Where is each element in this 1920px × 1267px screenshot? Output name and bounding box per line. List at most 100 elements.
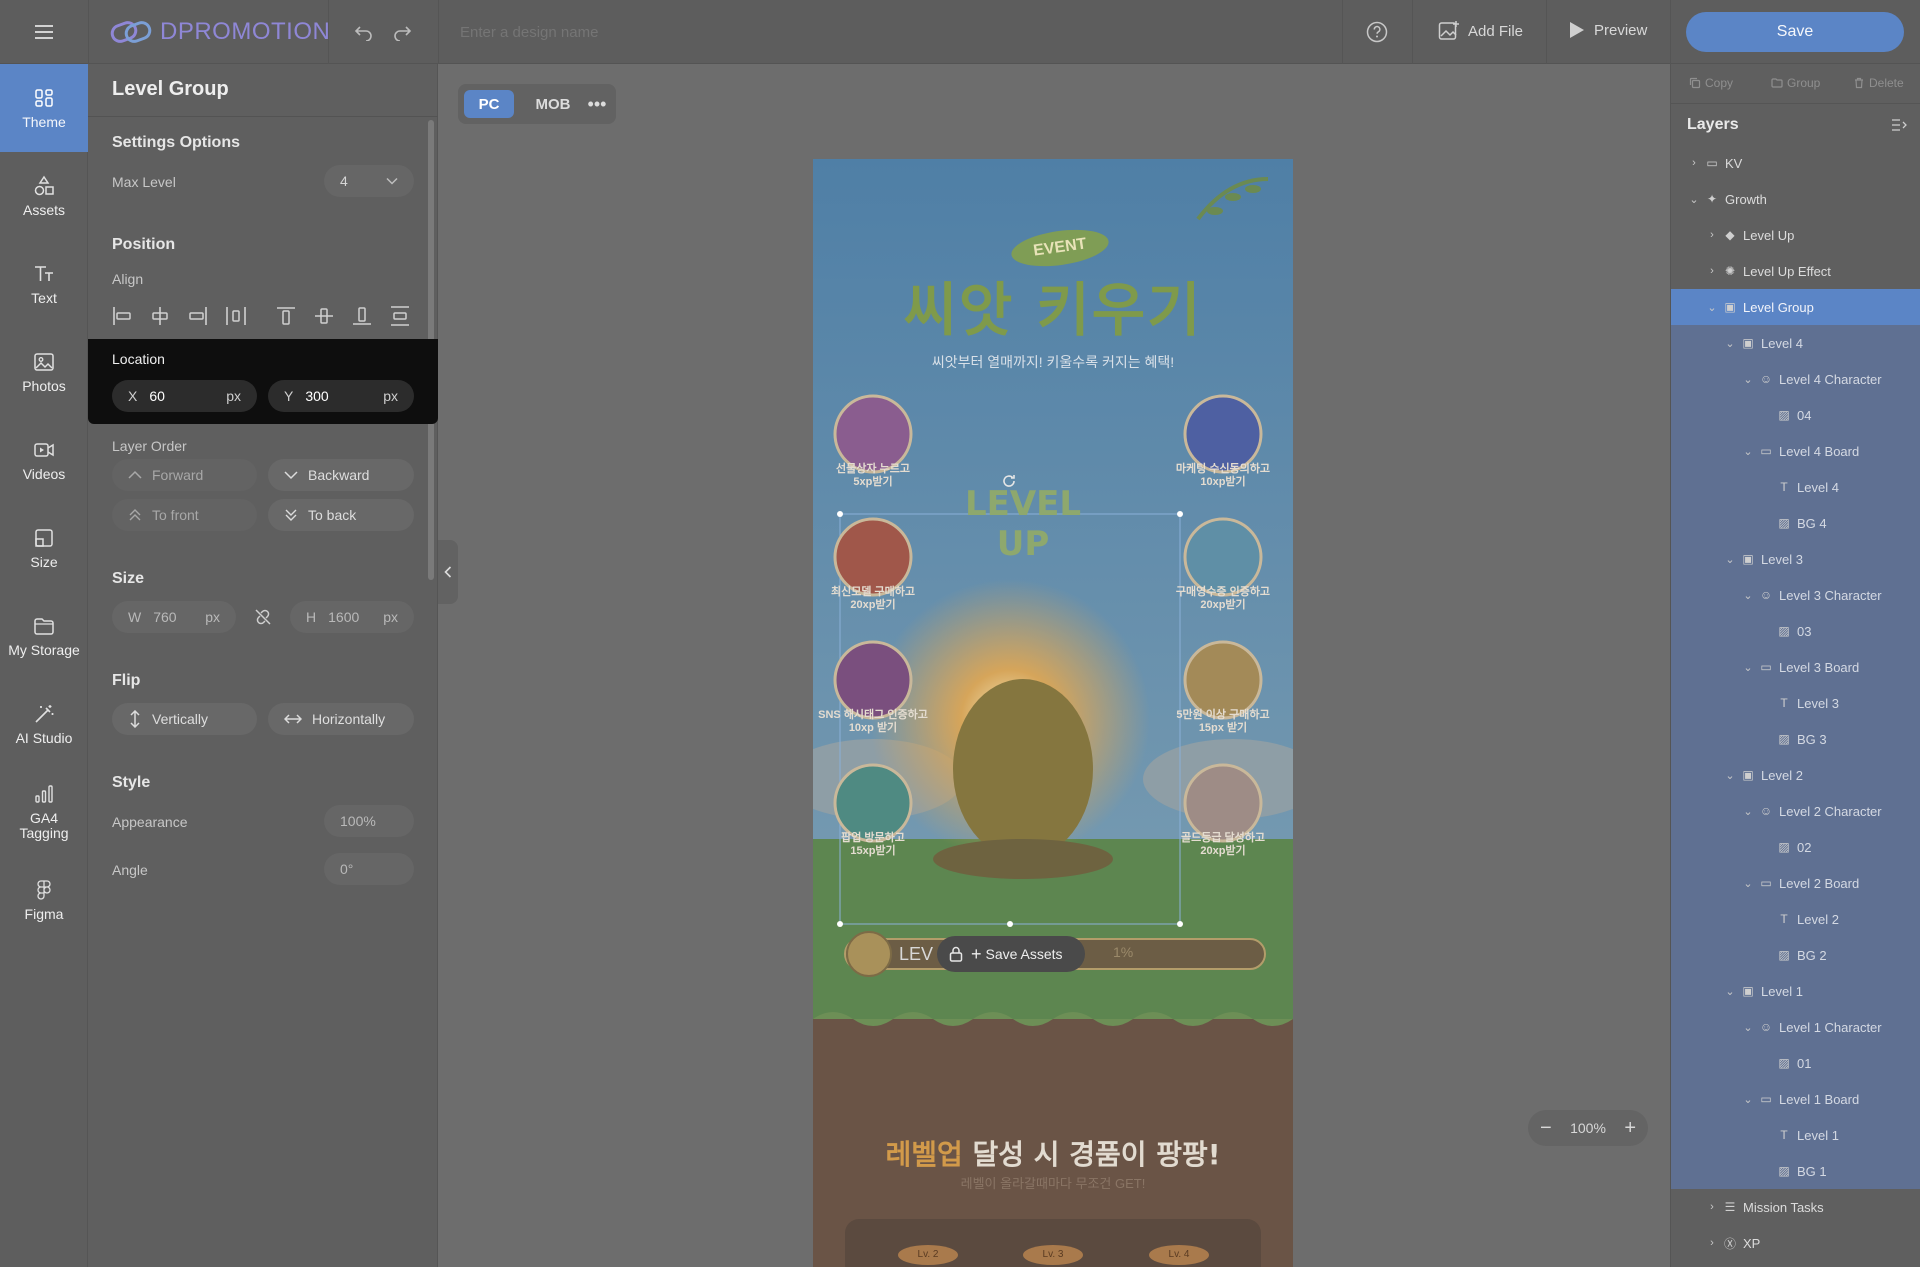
- layer-item[interactable]: ⌄ ▭ Level 3 Board: [1671, 649, 1920, 685]
- redo-icon[interactable]: [388, 20, 416, 44]
- rail-item-theme[interactable]: Theme: [0, 64, 88, 152]
- brand-logo[interactable]: DPROMOTION: [110, 18, 330, 46]
- layer-item[interactable]: ⌄ ▣ Level 3: [1671, 541, 1920, 577]
- collapse-all-icon[interactable]: [1891, 118, 1909, 136]
- undo-icon[interactable]: [350, 20, 378, 44]
- layer-item[interactable]: ⌄ ✦ Growth: [1671, 181, 1920, 217]
- layer-item[interactable]: › ☰ Mission Tasks: [1671, 1189, 1920, 1225]
- flip-vertically-button[interactable]: Vertically: [112, 703, 257, 735]
- layer-item[interactable]: › ✺ Level Up Effect: [1671, 253, 1920, 289]
- align-right-icon[interactable]: [186, 304, 210, 328]
- collapse-panel-button[interactable]: [438, 540, 458, 604]
- chevron-down-icon[interactable]: ⌄: [1703, 301, 1721, 314]
- rail-item-ga4-tagging[interactable]: GA4 Tagging: [0, 768, 88, 856]
- unlink-ratio-icon[interactable]: [248, 605, 278, 629]
- layer-item[interactable]: ⌄ ☺ Level 2 Character: [1671, 793, 1920, 829]
- layer-item[interactable]: › Ⓧ XP: [1671, 1225, 1920, 1261]
- layer-item[interactable]: ▨ BG 1: [1671, 1153, 1920, 1189]
- layer-item[interactable]: ⌄ ▭ Level 1 Board: [1671, 1081, 1920, 1117]
- rail-item-text[interactable]: Text: [0, 240, 88, 328]
- layer-item[interactable]: ⌄ ▣ Level 1: [1671, 973, 1920, 1009]
- preview-button[interactable]: Preview: [1568, 20, 1647, 40]
- chevron-down-icon[interactable]: ⌄: [1721, 985, 1739, 998]
- layer-item[interactable]: ▨ 04: [1671, 397, 1920, 433]
- chevron-down-icon[interactable]: ⌄: [1739, 445, 1757, 458]
- group-button[interactable]: Group: [1771, 76, 1820, 90]
- chevron-right-icon[interactable]: ›: [1685, 157, 1703, 169]
- x-field[interactable]: X 60 px: [112, 380, 257, 412]
- layer-item[interactable]: › ▭ KV: [1671, 145, 1920, 181]
- layer-item[interactable]: ⌄ ▭ Level 2 Board: [1671, 865, 1920, 901]
- distribute-vertical-icon[interactable]: [388, 304, 412, 328]
- rail-item-my-storage[interactable]: My Storage: [0, 592, 88, 680]
- chevron-right-icon[interactable]: ›: [1703, 1201, 1721, 1213]
- tab-mob[interactable]: MOB: [528, 90, 578, 118]
- more-options-icon[interactable]: •••: [584, 90, 610, 118]
- hamburger-menu-icon[interactable]: [22, 18, 66, 46]
- align-left-icon[interactable]: [110, 304, 134, 328]
- rail-item-size[interactable]: Size: [0, 504, 88, 592]
- layer-item[interactable]: T Level 2: [1671, 901, 1920, 937]
- layer-item[interactable]: T Level 3: [1671, 685, 1920, 721]
- forward-button[interactable]: Forward: [112, 459, 257, 491]
- delete-button[interactable]: Delete: [1853, 76, 1904, 90]
- align-bottom-icon[interactable]: [350, 304, 374, 328]
- rail-item-photos[interactable]: Photos: [0, 328, 88, 416]
- layer-item[interactable]: ⌄ ▣ Level 2: [1671, 757, 1920, 793]
- flip-horizontally-button[interactable]: Horizontally: [268, 703, 414, 735]
- chevron-down-icon[interactable]: ⌄: [1739, 877, 1757, 890]
- backward-button[interactable]: Backward: [268, 459, 414, 491]
- chevron-down-icon[interactable]: ⌄: [1685, 193, 1703, 206]
- rail-item-ai-studio[interactable]: AI Studio: [0, 680, 88, 768]
- chevron-down-icon[interactable]: ⌄: [1739, 1093, 1757, 1106]
- align-top-icon[interactable]: [274, 304, 298, 328]
- max-level-select[interactable]: 4: [324, 165, 414, 197]
- layer-item[interactable]: › ◆ Level Up: [1671, 217, 1920, 253]
- copy-button[interactable]: Copy: [1689, 76, 1733, 90]
- y-field[interactable]: Y 300 px: [268, 380, 414, 412]
- width-field[interactable]: W 760 px: [112, 601, 236, 633]
- layer-item[interactable]: ⌄ ☺ Level 4 Character: [1671, 361, 1920, 397]
- to-back-button[interactable]: To back: [268, 499, 414, 531]
- layer-item[interactable]: ▨ BG 3: [1671, 721, 1920, 757]
- layer-item[interactable]: ⌄ ▣ Level Group: [1671, 289, 1920, 325]
- angle-input[interactable]: 0°: [324, 853, 414, 885]
- chevron-down-icon[interactable]: ⌄: [1739, 1021, 1757, 1034]
- zoom-out-icon[interactable]: −: [1540, 1117, 1552, 1140]
- rail-item-figma[interactable]: Figma: [0, 856, 88, 944]
- zoom-in-icon[interactable]: +: [1624, 1117, 1636, 1140]
- add-file-button[interactable]: Add File: [1438, 20, 1523, 42]
- chevron-right-icon[interactable]: ›: [1703, 229, 1721, 241]
- layer-item[interactable]: ▨ BG 2: [1671, 937, 1920, 973]
- zoom-level[interactable]: 100%: [1570, 1120, 1606, 1136]
- design-name-input[interactable]: [460, 18, 960, 46]
- rotate-handle-icon[interactable]: [997, 469, 1021, 493]
- layer-item[interactable]: ▨ 03: [1671, 613, 1920, 649]
- chevron-down-icon[interactable]: ⌄: [1721, 553, 1739, 566]
- layer-item[interactable]: ▨ 02: [1671, 829, 1920, 865]
- save-assets-button[interactable]: + Save Assets: [971, 944, 1063, 965]
- layer-item[interactable]: ⌄ ☺ Level 3 Character: [1671, 577, 1920, 613]
- layer-item[interactable]: T Level 1: [1671, 1117, 1920, 1153]
- chevron-right-icon[interactable]: ›: [1703, 1237, 1721, 1249]
- layer-item[interactable]: ⌄ ☺ Level 1 Character: [1671, 1009, 1920, 1045]
- chevron-down-icon[interactable]: ⌄: [1739, 805, 1757, 818]
- distribute-horizontal-icon[interactable]: [224, 304, 248, 328]
- chevron-down-icon[interactable]: ⌄: [1721, 769, 1739, 782]
- layer-item[interactable]: ⌄ ▣ Level 4: [1671, 325, 1920, 361]
- chevron-down-icon[interactable]: ⌄: [1739, 661, 1757, 674]
- help-button[interactable]: [1362, 18, 1392, 46]
- align-center-vertical-icon[interactable]: [312, 304, 336, 328]
- to-front-button[interactable]: To front: [112, 499, 257, 531]
- rail-item-assets[interactable]: Assets: [0, 152, 88, 240]
- layer-item[interactable]: ⌄ ▭ Level 4 Board: [1671, 433, 1920, 469]
- appearance-input[interactable]: 100%: [324, 805, 414, 837]
- layer-item[interactable]: ▨ BG 4: [1671, 505, 1920, 541]
- align-center-horizontal-icon[interactable]: [148, 304, 172, 328]
- chevron-down-icon[interactable]: ⌄: [1721, 337, 1739, 350]
- layer-item[interactable]: ▨ 01: [1671, 1045, 1920, 1081]
- rail-item-videos[interactable]: Videos: [0, 416, 88, 504]
- height-field[interactable]: H 1600 px: [290, 601, 414, 633]
- chevron-down-icon[interactable]: ⌄: [1739, 589, 1757, 602]
- chevron-down-icon[interactable]: ⌄: [1739, 373, 1757, 386]
